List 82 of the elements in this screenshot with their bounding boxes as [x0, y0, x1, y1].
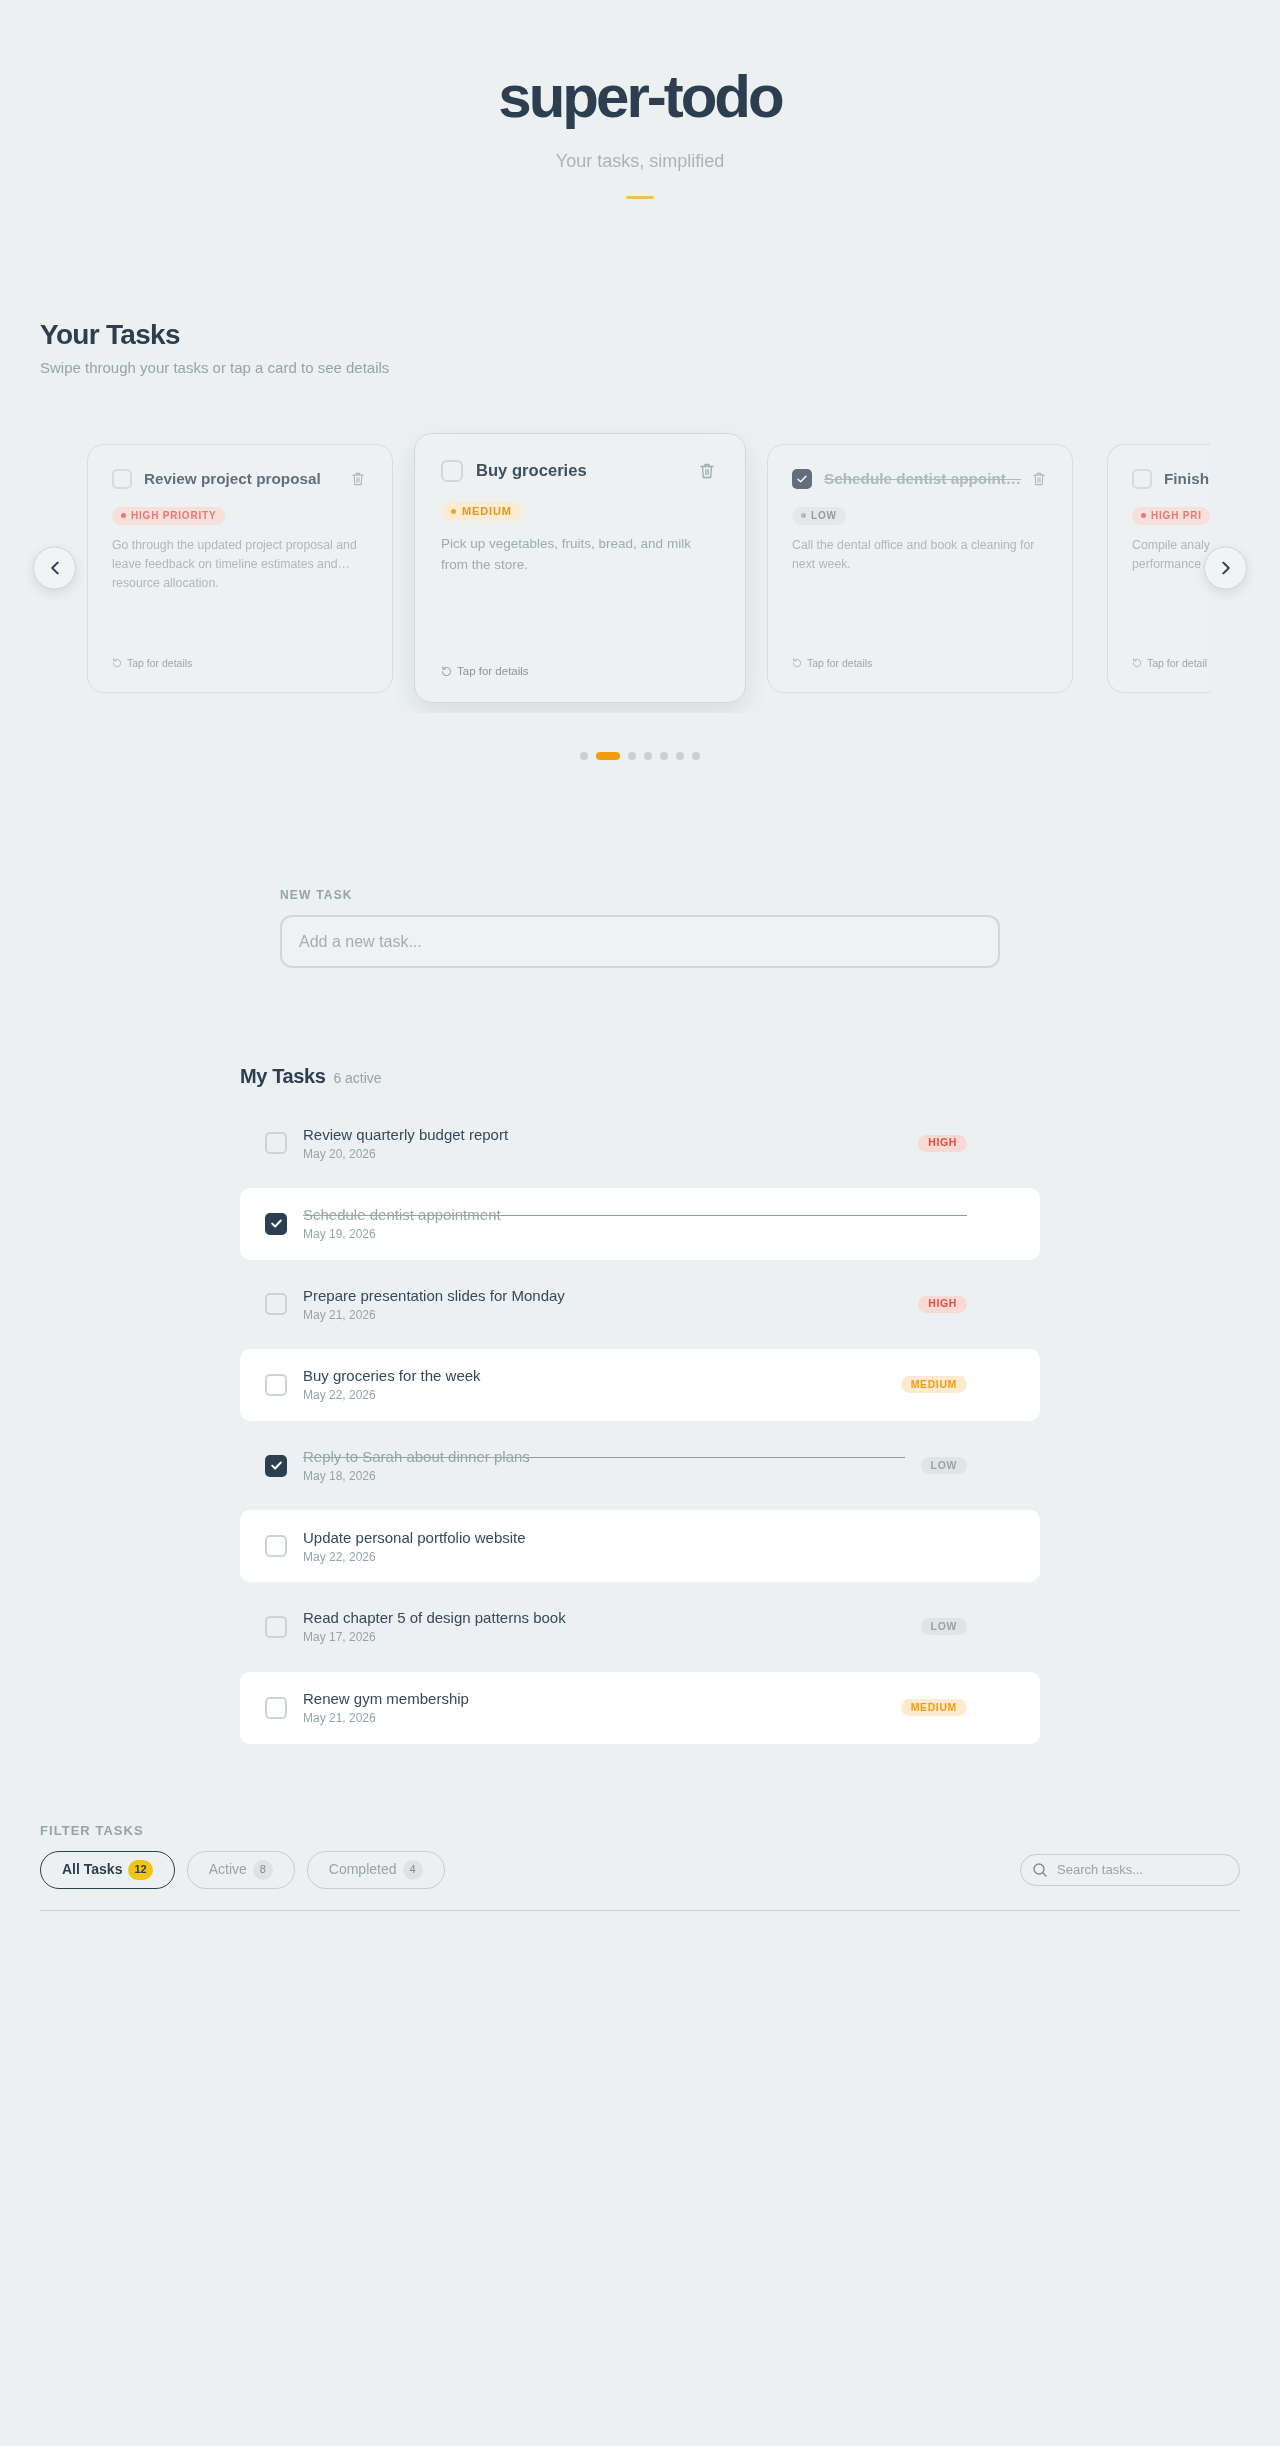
active-count: 6 active — [333, 1069, 382, 1087]
task-checkbox[interactable] — [265, 1615, 287, 1638]
card-description: Call the dental office and book a cleaning for next week. — [792, 536, 1036, 573]
priority-badge: LOW — [920, 1618, 967, 1636]
task-checkbox[interactable] — [265, 1454, 287, 1477]
check-icon — [797, 474, 807, 483]
count-badge: 4 — [402, 1859, 423, 1880]
chevron-right-icon — [1221, 561, 1230, 575]
card-title: Schedule dentist appoint… — [824, 468, 1022, 489]
priority-label: LOW — [811, 509, 837, 523]
card-hint: Tap for details — [127, 656, 193, 670]
field-label: NEW TASK — [280, 887, 354, 903]
chevron-left-icon — [50, 561, 59, 575]
card-hint: Tap for details — [457, 664, 529, 678]
priority-badge: MEDIUM — [900, 1376, 967, 1394]
trash-icon[interactable] — [700, 463, 714, 479]
priority-badge: MEDIUM — [900, 1699, 967, 1717]
card-hint: Tap for detail — [1147, 656, 1208, 670]
card-description: Go through the updated project proposal and leave feedback on timeline estimates and… resource allocation. — [112, 536, 358, 592]
task-date: May 18, 2026 — [303, 1469, 376, 1485]
check-icon — [270, 1461, 282, 1471]
priority-label: MEDIUM — [462, 504, 512, 520]
list-title: My Tasks — [240, 1064, 326, 1089]
card-description: Pick up vegetables, fruits, bread, and milk from the store. — [441, 535, 692, 574]
app-title: super-todo — [498, 62, 782, 132]
card-title: Review project proposal — [144, 468, 321, 489]
filter-label: FILTER TASKS — [40, 1821, 145, 1840]
task-date: May 19, 2026 — [303, 1227, 376, 1243]
trash-icon[interactable] — [1033, 471, 1046, 486]
card-checkbox[interactable] — [1132, 468, 1152, 489]
search-field[interactable]: Search tasks... — [1020, 1853, 1240, 1886]
circular-arrow-icon — [441, 665, 452, 677]
check-icon — [270, 1219, 282, 1229]
task-card[interactable]: Schedule dentist appoint… LOW Call the dental office and book a cleaning for next week. Tap for details — [767, 443, 1073, 693]
app-subtitle: Your tasks, simplified — [555, 150, 725, 173]
task-title: Reply to Sarah about dinner plans — [303, 1447, 530, 1467]
circular-arrow-icon — [792, 658, 802, 668]
task-card[interactable]: Review project proposal HIGH PRIORITY Go through the updated project proposal and leave feedback on timeline estimates and… resource allocation. Tap for details — [87, 443, 393, 693]
task-checkbox[interactable] — [265, 1696, 287, 1719]
task-card[interactable]: Finish HIGH PRI Compile analy performance Tap for detail — [1107, 443, 1210, 693]
task-title: Renew gym membership — [303, 1689, 469, 1709]
priority-badge: HIGH — [918, 1295, 967, 1313]
task-title: Update personal portfolio website — [303, 1527, 526, 1547]
section-subtitle: Swipe through your tasks or tap a card to see details — [40, 358, 391, 378]
accent-divider — [626, 196, 654, 199]
card-checkbox[interactable] — [441, 460, 463, 482]
task-date: May 22, 2026 — [303, 1388, 376, 1404]
task-date: May 21, 2026 — [303, 1307, 376, 1323]
priority-badge: HIGH — [918, 1134, 967, 1152]
previous-button[interactable] — [33, 546, 76, 590]
search-icon — [1033, 1862, 1047, 1877]
task-title: Read chapter 5 of design patterns book — [303, 1608, 566, 1628]
priority-label: HIGH PRI — [1151, 509, 1202, 523]
card-title: Buy groceries — [476, 460, 587, 482]
task-checkbox[interactable] — [265, 1535, 287, 1558]
task-date: May 20, 2026 — [303, 1146, 376, 1162]
card-checkbox[interactable] — [112, 468, 132, 489]
task-title: Schedule dentist appointment — [303, 1205, 501, 1225]
task-checkbox[interactable] — [265, 1132, 287, 1154]
circular-arrow-icon — [112, 658, 122, 668]
task-card[interactable]: Buy groceries MEDIUM Pick up vegetables, fruits, bread, and milk from the store. Tap for details — [414, 433, 746, 703]
card-hint: Tap for details — [807, 656, 873, 670]
task-checkbox[interactable] — [265, 1212, 287, 1235]
task-date: May 21, 2026 — [303, 1711, 376, 1727]
card-description: Compile analy performance — [1132, 536, 1210, 573]
count-badge: 8 — [252, 1859, 273, 1880]
priority-badge: LOW — [920, 1457, 967, 1475]
trash-icon[interactable] — [352, 471, 364, 486]
task-checkbox[interactable] — [265, 1293, 287, 1316]
task-checkbox[interactable] — [265, 1373, 287, 1396]
circular-arrow-icon — [1132, 658, 1142, 668]
priority-label: HIGH PRIORITY — [131, 509, 217, 523]
card-title: Finish — [1164, 468, 1210, 489]
card-checkbox[interactable] — [792, 468, 812, 489]
task-title: Buy groceries for the week — [303, 1366, 481, 1386]
task-title: Review quarterly budget report — [303, 1124, 509, 1144]
count-badge: 12 — [128, 1859, 153, 1880]
new-task-input[interactable]: Add a new task... — [280, 915, 1000, 968]
section-title: Your Tasks — [40, 318, 181, 352]
task-title: Prepare presentation slides for Monday — [303, 1285, 565, 1305]
task-date: May 22, 2026 — [303, 1549, 376, 1565]
task-date: May 17, 2026 — [303, 1630, 376, 1646]
